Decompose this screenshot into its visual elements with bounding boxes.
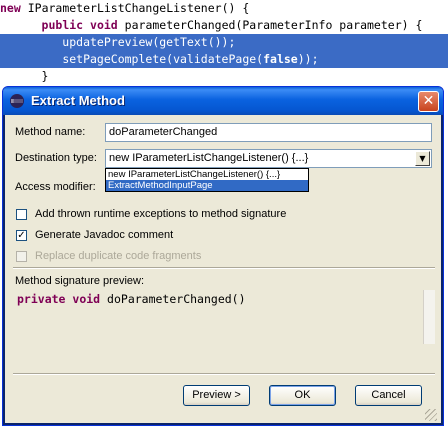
dropdown-option[interactable]: new IParameterListChangeListener() {...} [106,169,308,180]
preview-scrollbar[interactable] [423,290,435,344]
signature-preview-code: private void doParameterChanged() [17,292,246,306]
javadoc-label: Generate Javadoc comment [35,229,174,241]
close-button[interactable]: ✕ [418,91,439,112]
code-line-2: public void parameterChanged(ParameterIn… [41,18,423,32]
chevron-down-icon[interactable]: ▼ [415,151,430,166]
method-name-input[interactable]: doParameterChanged [105,123,432,142]
signature-method: doParameterChanged() [107,292,246,306]
code-line-1: new IParameterListChangeListener() { [0,1,250,15]
code-editor[interactable]: new IParameterListChangeListener() { pub… [0,0,448,84]
code-line-1-rest: IParameterListChangeListener() { [27,1,250,15]
eclipse-icon [10,94,24,108]
signature-preview-label: Method signature preview: [15,275,145,287]
access-modifier-label: Access modifier: [15,181,96,193]
signature-keyword-private: private [17,292,66,306]
destination-type-value: new IParameterListChangeListener() {...} [109,152,309,164]
destination-type-dropdown: new IParameterListChangeListener() {...}… [105,168,309,192]
replace-duplicates-label: Replace duplicate code fragments [35,250,202,262]
extract-method-dialog: Extract Method ✕ Method name: doParamete… [2,86,444,426]
code-line-4-part2: )); [297,52,319,66]
code-line-4-part1: setPageComplete(validatePage( [62,52,264,66]
code-line-5: } [0,69,49,83]
code-line-2-rest: parameterChanged(ParameterInfo parameter… [124,18,423,32]
resize-grip[interactable] [425,409,437,421]
thrown-exceptions-label: Add thrown runtime exceptions to method … [35,208,287,220]
preview-button[interactable]: Preview > [183,385,250,406]
dialog-title: Extract Method [31,93,125,108]
cancel-button[interactable]: Cancel [355,385,422,406]
code-line-4: setPageComplete(validatePage(false)); [0,51,448,68]
separator [13,267,435,269]
separator [13,373,435,375]
dialog-body: Method name: doParameterChanged Destinat… [7,115,439,423]
replace-duplicates-checkbox[interactable] [16,251,27,262]
method-name-label: Method name: [15,126,86,138]
ok-button[interactable]: OK [269,385,336,406]
signature-preview: private void doParameterChanged() [13,290,435,344]
code-line-3: updatePreview(getText()); [0,34,448,51]
dialog-titlebar[interactable]: Extract Method ✕ [3,87,443,115]
destination-type-combo[interactable]: new IParameterListChangeListener() {...}… [105,149,432,168]
destination-type-label: Destination type: [15,152,97,164]
javadoc-checkbox[interactable]: ✓ [16,230,27,241]
dropdown-option-selected[interactable]: ExtractMethodInputPage [106,180,308,191]
thrown-exceptions-checkbox[interactable] [16,209,27,220]
signature-keyword-void: void [72,292,101,306]
